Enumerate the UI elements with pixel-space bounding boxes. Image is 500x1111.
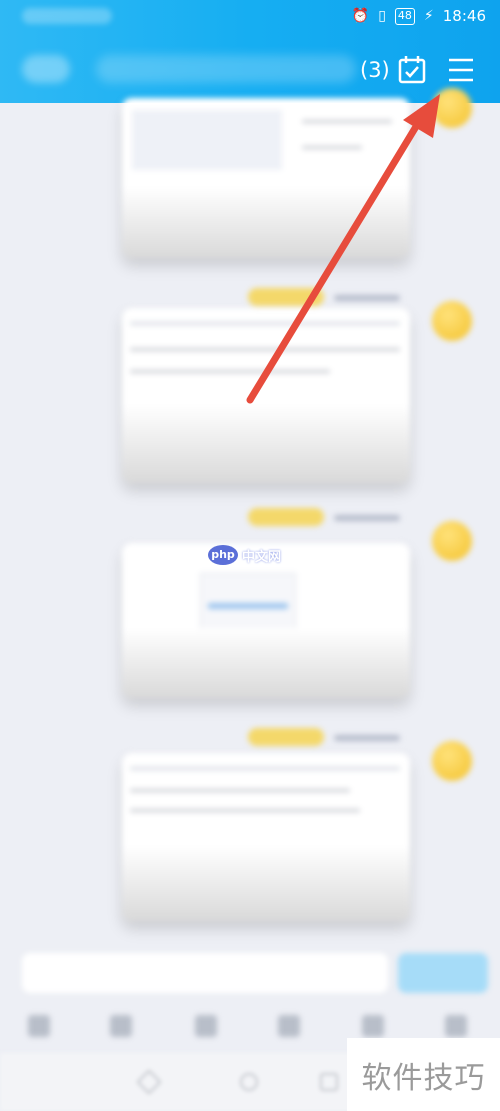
preview-line — [130, 789, 350, 792]
message-file-card[interactable] — [122, 753, 410, 921]
hamburger-menu-button[interactable] — [446, 55, 476, 85]
php-logo-text: 中文网 — [242, 549, 282, 565]
status-bar: ⏰ ▯ 48 ⚡ 18:46 — [0, 0, 500, 34]
send-button[interactable] — [398, 953, 488, 993]
status-carrier-blur — [22, 8, 112, 24]
preview-line — [130, 348, 400, 351]
message-file-card[interactable] — [122, 98, 410, 258]
nav-home-icon[interactable] — [240, 1073, 258, 1091]
preview-line — [302, 120, 392, 123]
back-button[interactable] — [22, 55, 70, 83]
preview-toolbar — [130, 767, 400, 770]
preview-fade — [122, 845, 410, 921]
message-time — [334, 515, 400, 521]
status-icons: ⏰ ▯ 48 ⚡ 18:46 — [352, 7, 486, 25]
camera-icon[interactable] — [195, 1015, 217, 1037]
php-badge: php — [208, 545, 238, 565]
hamburger-menu-icon — [449, 58, 473, 82]
emoji-icon[interactable] — [362, 1015, 384, 1037]
battery-level: 48 — [397, 8, 412, 22]
chat-member-count: (3) — [360, 58, 390, 82]
alarm-icon: ⏰ — [351, 8, 370, 24]
preview-toolbar — [130, 322, 400, 325]
preview-selection — [208, 603, 288, 609]
status-time: 18:46 — [442, 7, 486, 25]
screen: ⏰ ▯ 48 ⚡ 18:46 (3) php 中文网 软件技巧 — [0, 0, 500, 1111]
preview-fade — [122, 628, 410, 698]
php-site-logo: php 中文网 — [208, 545, 281, 565]
sender-name — [248, 728, 324, 746]
sender-name — [248, 508, 324, 526]
preview-block — [132, 110, 282, 170]
watermark: 软件技巧 — [347, 1038, 500, 1111]
preview-line — [130, 809, 360, 812]
calendar-check-button[interactable] — [396, 54, 428, 86]
vibrate-icon: ▯ — [378, 8, 386, 24]
charging-icon: ⚡ — [423, 8, 434, 24]
file-icon[interactable] — [278, 1015, 300, 1037]
voice-icon[interactable] — [28, 1015, 50, 1037]
message-time — [334, 295, 400, 301]
preview-fade — [122, 404, 410, 483]
image-icon[interactable] — [110, 1015, 132, 1037]
chat-title-blurred — [96, 55, 356, 83]
sender-name — [248, 288, 324, 306]
message-file-card[interactable] — [122, 308, 410, 483]
chat-message-list[interactable] — [0, 88, 500, 943]
nav-back-icon[interactable] — [136, 1069, 162, 1095]
message-input-row — [0, 943, 500, 1003]
avatar[interactable] — [432, 301, 472, 341]
avatar[interactable] — [432, 88, 472, 128]
preview-fade — [122, 186, 410, 258]
battery-icon: 48 — [394, 7, 415, 25]
message-input[interactable] — [22, 953, 388, 993]
message-time — [334, 735, 400, 741]
avatar[interactable] — [432, 741, 472, 781]
preview-line — [302, 146, 362, 149]
chat-header: ⏰ ▯ 48 ⚡ 18:46 (3) — [0, 0, 500, 103]
avatar[interactable] — [432, 521, 472, 561]
more-icon[interactable] — [445, 1015, 467, 1037]
calendar-check-icon — [398, 56, 426, 84]
nav-recents-icon[interactable] — [320, 1073, 338, 1091]
message-file-card[interactable] — [122, 543, 410, 698]
preview-line — [130, 370, 330, 373]
